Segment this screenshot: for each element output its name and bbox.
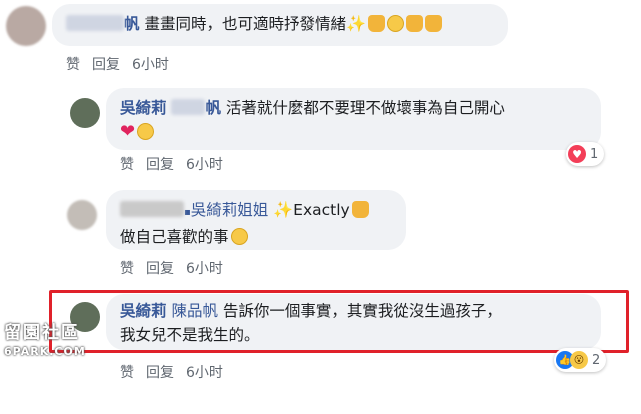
like-link[interactable]: 赞 [120,157,134,173]
heart-icon: ❤ [120,121,136,142]
blurred-author-name [66,15,124,31]
heart-reaction-icon: ♥ [568,145,586,163]
comment-text: 活著就什麼都不要理不做壞事為自己開心 [225,99,505,117]
like-link[interactable]: 赞 [66,57,80,73]
avatar[interactable] [67,200,97,230]
flexed-biceps-icon [424,15,442,32]
comment-text: 做自己喜歡的事 [120,228,229,246]
wow-reaction-icon: 😮 [570,351,588,369]
comment-bubble: 帆 畫畫同時，也可適時抒發情緒✨ [52,4,508,46]
comment-actions: 赞回复 6小时 [120,154,235,174]
grin-icon [137,123,155,140]
mention-marker-icon: ▪ [184,207,191,218]
comment-text: 畫畫同時，也可適時抒發情緒 [144,15,346,33]
comment-time[interactable]: 6小时 [186,157,223,173]
sparkles-icon: ✨ [345,14,366,33]
comment-time[interactable]: 6小时 [186,261,223,277]
like-link[interactable]: 赞 [120,261,134,277]
reply-link[interactable]: 回复 [146,365,174,381]
comment-author[interactable]: 帆 [124,15,140,33]
reaction-summary[interactable]: ♥ 1 [566,142,605,166]
comment-author[interactable]: 吳綺莉 [120,99,167,117]
highlight-box [49,290,629,353]
reply-link[interactable]: 回复 [146,261,174,277]
comment-actions: 赞回复 6小时 [120,362,235,382]
comment-bubble: 吳綺莉 帆 活著就什麼都不要理不做壞事為自己開心 ❤ [106,88,601,150]
comment-actions: 赞回复 6小时 [120,258,235,278]
reply-link[interactable]: 回复 [146,157,174,173]
smile-icon [230,228,248,245]
watermark: 留園社區 6PARK.COM [4,318,86,358]
comment-time[interactable]: 6小时 [132,57,169,73]
comment-text-inline: Exactly [293,201,350,219]
watermark-line1: 留園社區 [4,323,80,343]
reaction-count: 1 [590,146,599,162]
avatar[interactable] [6,6,46,46]
reply-link[interactable]: 回复 [92,57,120,73]
like-link[interactable]: 赞 [120,365,134,381]
comment-author[interactable]: 吳綺莉姐姐 [191,201,269,219]
smile-icon [386,15,404,32]
comment-bubble: ▪吳綺莉姐姐 ✨Exactly 做自己喜歡的事 [106,190,406,250]
avatar[interactable] [70,98,100,128]
sparkles-icon: ✨ [273,200,294,219]
blurred-author-name [120,201,184,217]
thumbs-up-icon [351,201,369,218]
clap-icon [367,15,385,32]
watermark-line2: 6PARK.COM [4,345,86,358]
reaction-summary[interactable]: 👍 😮 2 [554,348,607,372]
comment-actions: 赞回复 6小时 [66,54,181,74]
reaction-count: 2 [592,352,601,368]
comment-author-suffix[interactable]: 帆 [205,99,221,117]
blurred-author-name [171,99,206,115]
comment-time[interactable]: 6小时 [186,365,223,381]
thumbs-up-icon [405,15,423,32]
